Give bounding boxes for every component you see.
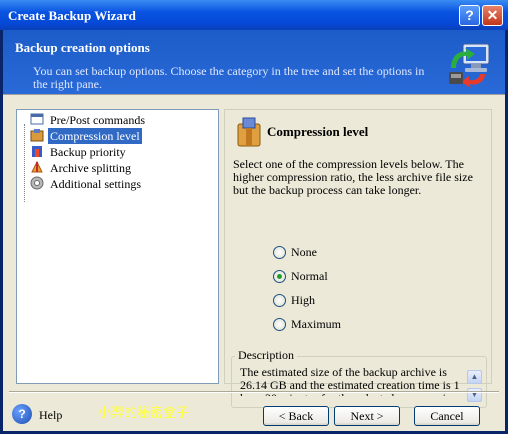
next-button[interactable]: Next > <box>334 406 400 426</box>
document-icon <box>30 113 44 125</box>
cancel-button[interactable]: Cancel <box>414 406 480 426</box>
window-title: Create Backup Wizard <box>8 8 136 23</box>
options-tree[interactable]: Pre/Post commands Compression level Back… <box>16 109 219 384</box>
radio-button[interactable] <box>273 246 286 259</box>
radio-label: High <box>291 293 315 307</box>
description-legend: Description <box>235 348 297 363</box>
title-help-button[interactable]: ? <box>459 5 480 26</box>
title-bar[interactable]: Create Backup Wizard ? ✕ <box>0 0 508 30</box>
radio-button[interactable] <box>273 294 286 307</box>
archive-box-icon <box>237 117 261 147</box>
tree-item-label: Compression level <box>48 128 142 144</box>
settings-icon <box>30 176 44 190</box>
tree-item-label: Pre/Post commands <box>50 113 145 127</box>
pane-description: Select one of the compression levels bel… <box>233 157 473 197</box>
footer-divider <box>9 391 499 393</box>
help-label[interactable]: Help <box>39 408 62 423</box>
radio-button[interactable] <box>273 270 286 283</box>
header-description: You can set backup options. Choose the c… <box>33 64 425 91</box>
wizard-header: Backup creation options You can set back… <box>3 30 505 95</box>
radio-label: None <box>291 245 317 259</box>
wizard-window: Create Backup Wizard ? ✕ Backup creation… <box>0 0 508 434</box>
tree-item-label: Archive splitting <box>50 161 131 175</box>
radio-label: Normal <box>291 269 328 283</box>
back-button[interactable]: < Back <box>263 406 329 426</box>
radio-label: Maximum <box>291 317 341 331</box>
watermark-text: 小羿的秘密盒子 <box>98 406 190 421</box>
backup-computer-icon <box>449 43 490 88</box>
split-icon <box>31 160 43 173</box>
tree-item-label: Backup priority <box>50 145 126 159</box>
tree-item-label: Additional settings <box>50 177 141 191</box>
priority-icon <box>32 146 42 157</box>
archive-box-icon <box>30 129 44 142</box>
pane-title: Compression level <box>267 124 369 139</box>
wizard-body: Backup creation options You can set back… <box>3 30 505 431</box>
tree-connector <box>24 124 26 202</box>
radio-button[interactable] <box>273 318 286 331</box>
close-button[interactable]: ✕ <box>482 5 503 26</box>
header-title: Backup creation options <box>15 40 150 55</box>
help-icon[interactable]: ? <box>12 404 32 424</box>
scroll-up-button[interactable]: ▲ <box>467 370 482 384</box>
options-pane: Compression level Select one of the comp… <box>224 109 492 408</box>
